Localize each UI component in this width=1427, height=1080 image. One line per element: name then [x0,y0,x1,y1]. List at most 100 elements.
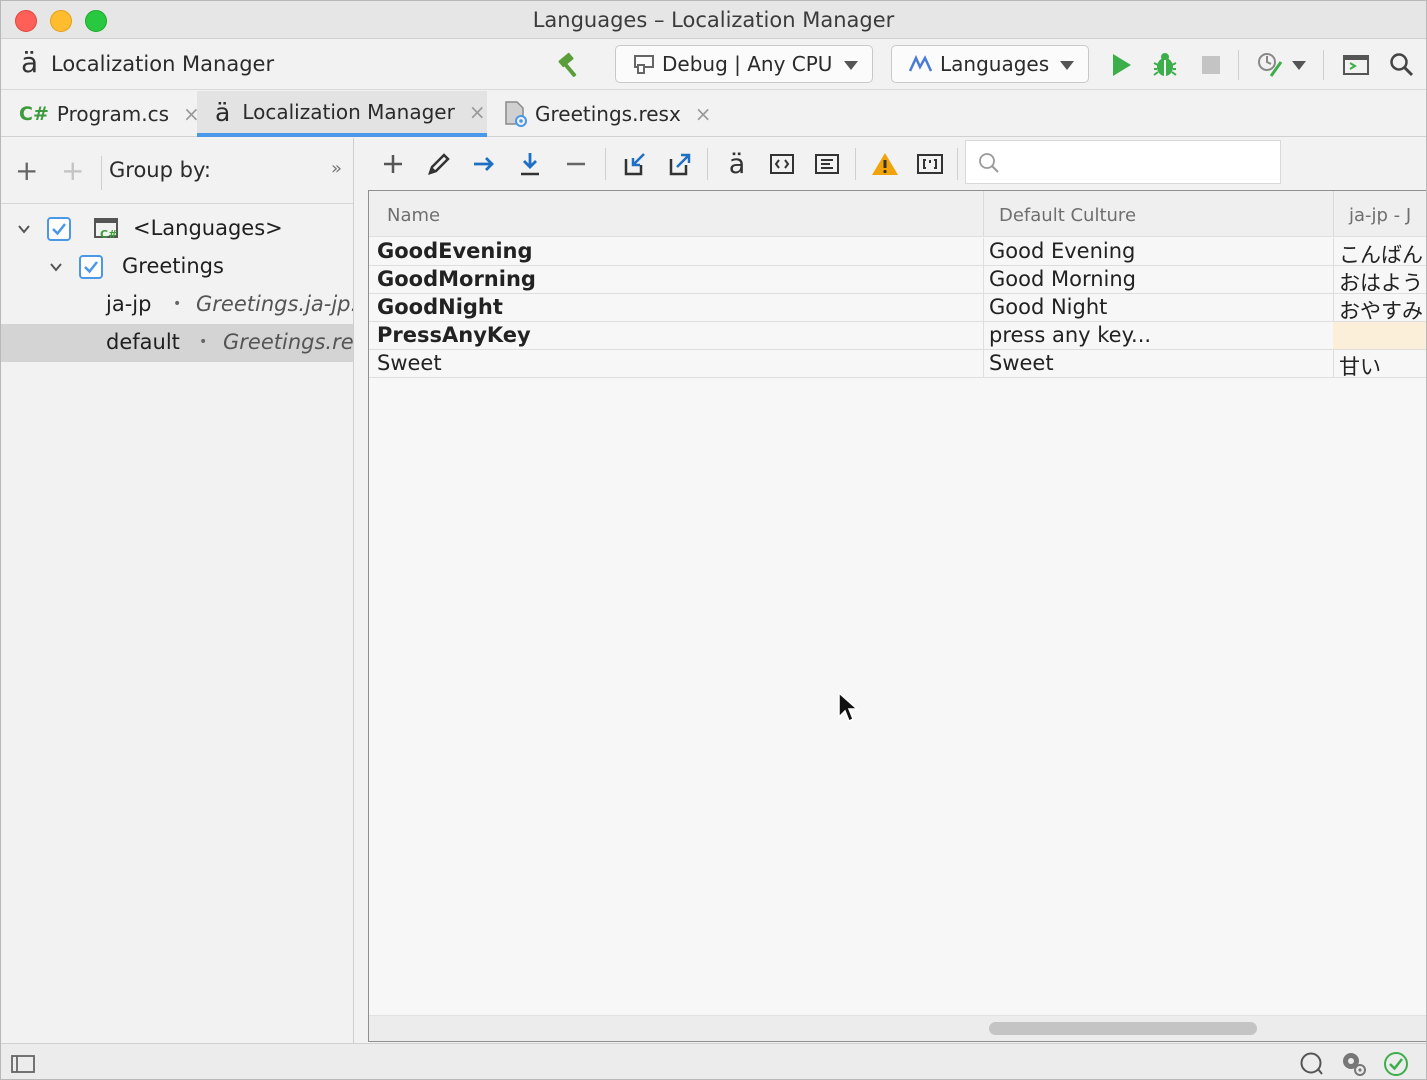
editor-tab-bar: C# Program.cs × ä Localization Manager ×… [1,91,1426,137]
tree-toolbar: + + Group by: » [1,138,353,204]
column-header-ja-jp[interactable]: ja-jp - J [1349,205,1411,226]
export-icon[interactable] [662,146,698,182]
search-icon[interactable] [1385,48,1419,82]
tool-window-icon[interactable] [1339,48,1373,82]
import-icon[interactable] [617,146,653,182]
column-divider [983,294,984,322]
cell-resource-name[interactable]: Sweet [377,351,977,377]
code-braces-icon[interactable] [764,146,800,182]
cell-default-value[interactable]: Good Evening [989,239,1329,265]
tree-node-file: Greetings.resx [223,330,353,354]
column-divider [1333,266,1334,294]
chevron-down-icon[interactable] [17,222,31,236]
remove-resource-icon[interactable] [558,146,594,182]
toolbar-divider [1323,50,1324,80]
tree-node-greetings[interactable]: Greetings [1,248,353,286]
table-row[interactable]: GoodNight Good Night おやすみ [369,294,1426,322]
status-ok-check-icon[interactable] [1382,1050,1410,1078]
cell-ja-jp-value[interactable]: おやすみ [1339,295,1426,321]
chevron-down-icon [1060,61,1074,70]
table-row[interactable]: PressAnyKey press any key... [369,322,1426,350]
stop-icon[interactable] [1194,48,1228,82]
cell-resource-name[interactable]: PressAnyKey [377,323,977,349]
column-divider [1333,238,1334,266]
mouse-cursor-icon [838,691,859,723]
table-row[interactable]: GoodMorning Good Morning おはよう [369,266,1426,294]
toggle-tool-windows-icon[interactable] [9,1050,37,1078]
column-divider [983,322,984,350]
column-divider [1333,350,1334,378]
run-icon[interactable] [1104,48,1138,82]
ide-window: Languages – Localization Manager ä Local… [0,0,1427,1080]
add-resource-icon[interactable] [375,146,411,182]
toolbar-divider [855,148,856,180]
tab-program-cs[interactable]: C# Program.cs × [1,91,200,137]
toolbar-divider [1238,50,1239,80]
column-divider[interactable] [1333,191,1334,237]
cell-ja-jp-value[interactable]: 甘い [1339,351,1426,377]
dotnet-project-icon [908,55,933,72]
build-hammer-icon[interactable] [553,48,587,82]
download-import-icon[interactable] [512,146,548,182]
search-icon [979,153,999,173]
table-row[interactable]: Sweet Sweet 甘い [369,350,1426,378]
cell-ja-jp-missing[interactable] [1333,322,1426,349]
add-icon[interactable]: + [15,154,38,187]
tab-localization-manager[interactable]: ä Localization Manager × [197,91,487,137]
cell-resource-name[interactable]: GoodMorning [377,267,977,293]
notifications-icon[interactable] [1298,1050,1326,1078]
column-header-name[interactable]: Name [387,205,440,226]
cell-ja-jp-value[interactable]: おはよう [1339,267,1426,293]
cell-default-value[interactable]: Good Night [989,295,1329,321]
configuration-selector[interactable]: Debug | Any CPU [615,45,873,83]
tree-node-languages[interactable]: C# <Languages> [1,210,353,248]
cell-resource-name[interactable]: GoodEvening [377,239,977,265]
tree-node-ja-jp[interactable]: ja-jp • Greetings.ja-jp.resx [1,286,353,324]
separator-dot: • [173,296,182,312]
project-selector[interactable]: Languages [891,45,1089,83]
services-gear-icon[interactable] [1340,1050,1368,1078]
format-string-icon[interactable] [912,146,948,182]
close-tab-icon[interactable]: × [695,102,712,126]
tree-node-culture: default [106,330,180,354]
tab-greetings-resx[interactable]: Greetings.resx × [489,91,719,137]
close-tab-icon[interactable]: × [469,100,486,124]
separator-dot: • [199,334,208,350]
column-divider [983,266,984,294]
resource-toolbar: ä [355,138,1426,190]
column-divider[interactable] [983,191,984,237]
table-row[interactable]: GoodEvening Good Evening こんばん [369,238,1426,266]
text-block-icon[interactable] [809,146,845,182]
cell-default-value[interactable]: Good Morning [989,267,1329,293]
column-divider [1333,294,1334,322]
tree-node-label: <Languages> [133,216,283,240]
edit-pencil-icon[interactable] [421,146,457,182]
toolbar-divider [707,148,708,180]
add-group-icon[interactable]: + [61,154,84,187]
more-options-icon[interactable]: » [331,158,342,179]
checkbox-languages[interactable] [47,217,71,241]
scrollbar-thumb[interactable] [989,1022,1257,1035]
tab-label: Localization Manager [242,100,455,124]
column-header-default-culture[interactable]: Default Culture [999,205,1136,226]
debug-bug-icon[interactable] [1148,48,1182,82]
cell-default-value[interactable]: press any key... [989,323,1329,349]
cell-resource-name[interactable]: GoodNight [377,295,977,321]
move-resource-icon[interactable] [466,146,502,182]
group-by-label[interactable]: Group by: [109,158,211,182]
chevron-down-icon [844,61,858,70]
cell-ja-jp-value[interactable]: こんばん [1339,239,1426,265]
tab-label: Greetings.resx [535,102,681,126]
resource-search-input[interactable] [965,140,1281,184]
toolbar-divider [101,156,102,190]
localize-icon[interactable]: ä [719,146,755,182]
chevron-down-icon[interactable] [49,260,63,274]
profiler-dropdown-chevron-icon[interactable] [1287,48,1311,82]
resource-tree-pane: + + Group by: » C# <Languages> Greetings… [1,138,354,1043]
attach-profiler-icon[interactable] [1253,48,1287,82]
warning-icon[interactable] [867,146,903,182]
cell-default-value[interactable]: Sweet [989,351,1329,377]
checkbox-greetings[interactable] [79,255,103,279]
horizontal-scrollbar[interactable] [369,1015,1426,1041]
tree-node-default[interactable]: default • Greetings.resx [1,324,353,362]
